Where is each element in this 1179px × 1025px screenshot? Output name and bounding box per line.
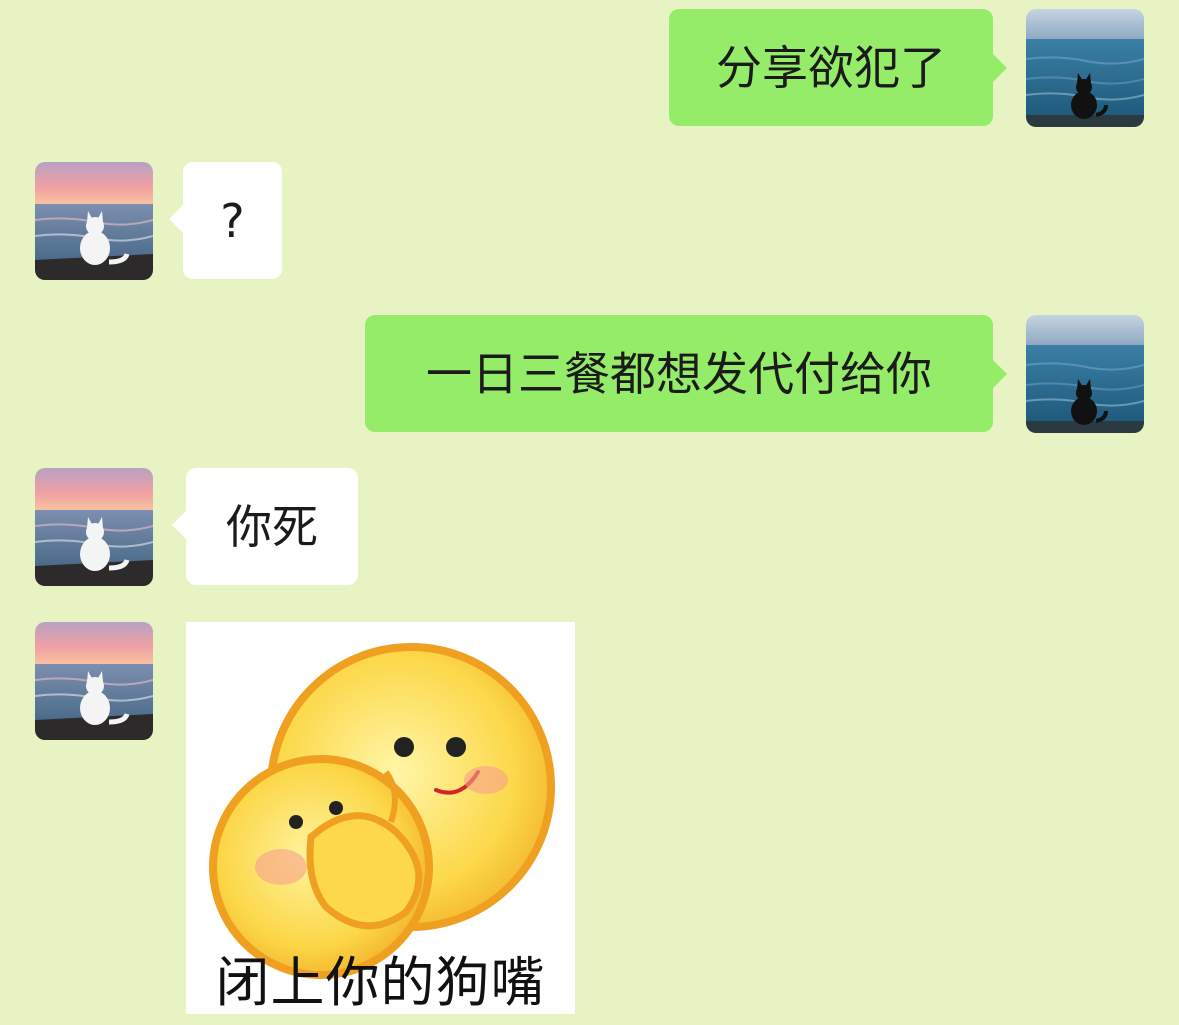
incoming-message-bubble[interactable]: 你死 — [172, 468, 358, 585]
sticker-message[interactable]: 闭上你的狗嘴 — [186, 622, 575, 1014]
sticker-caption: 闭上你的狗嘴 — [215, 950, 546, 1014]
white-cat-at-sunset-avatar-icon — [35, 162, 153, 280]
message-text: 分享欲犯了 — [716, 40, 946, 95]
message-text: 一日三餐都想发代付给你 — [426, 346, 932, 401]
contact-avatar[interactable] — [35, 162, 153, 280]
black-cat-by-ocean-avatar-icon — [1026, 9, 1144, 127]
outgoing-message-bubble[interactable]: 一日三餐都想发代付给你 — [365, 315, 1007, 432]
chat-view: 分享欲犯了 ? 一日三餐都想发代付给你 你死 闭上你的狗嘴 — [0, 0, 1179, 1025]
incoming-message-bubble[interactable]: ? — [169, 162, 282, 279]
contact-avatar[interactable] — [35, 622, 153, 740]
outgoing-message-bubble[interactable]: 分享欲犯了 — [669, 9, 1007, 126]
white-cat-at-sunset-avatar-icon — [35, 622, 153, 740]
my-avatar[interactable] — [1026, 315, 1144, 433]
message-text: 你死 — [226, 499, 318, 554]
my-avatar[interactable] — [1026, 9, 1144, 127]
message-text: ? — [220, 193, 245, 248]
black-cat-by-ocean-avatar-icon — [1026, 315, 1144, 433]
white-cat-at-sunset-avatar-icon — [35, 468, 153, 586]
contact-avatar[interactable] — [35, 468, 153, 586]
